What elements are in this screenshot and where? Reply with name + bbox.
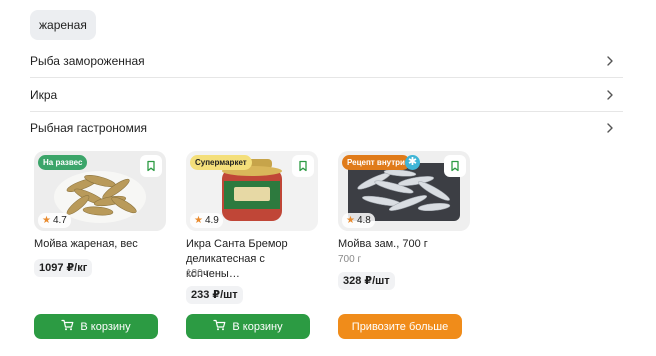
cart-icon bbox=[213, 319, 226, 334]
chevron-right-icon bbox=[605, 55, 615, 66]
product-name[interactable]: Мойва зам., 700 г bbox=[338, 237, 470, 252]
request-more-label: Привозите больше bbox=[351, 320, 449, 333]
bookmark-icon[interactable] bbox=[444, 155, 466, 177]
chevron-right-icon bbox=[605, 89, 615, 100]
rating: ★ 4.8 bbox=[342, 213, 375, 228]
category-label: Рыбная гастрономия bbox=[30, 121, 148, 135]
request-more-button[interactable]: Привозите больше bbox=[338, 314, 462, 339]
badge-supermarket: Супермаркет bbox=[190, 155, 252, 170]
rating-value: 4.8 bbox=[356, 215, 371, 226]
rating: ★ 4.9 bbox=[190, 213, 223, 228]
add-to-cart-button[interactable]: В корзину bbox=[34, 314, 158, 339]
chevron-right-icon bbox=[605, 123, 615, 133]
product-card[interactable]: На развес ★ 4.7 Мойва жареная, вес 1097 … bbox=[34, 151, 166, 344]
cart-icon bbox=[61, 319, 74, 334]
add-to-cart-label: В корзину bbox=[232, 320, 283, 333]
category-label: Икра bbox=[30, 87, 58, 102]
product-card[interactable]: Супермаркет ★ 4.9 Икра Санта Бремор дели… bbox=[186, 151, 318, 344]
bookmark-icon[interactable] bbox=[292, 155, 314, 177]
rating: ★ 4.7 bbox=[38, 213, 71, 228]
category-row-caviar[interactable]: Икра bbox=[30, 78, 623, 112]
bookmark-icon[interactable] bbox=[140, 155, 162, 177]
product-card[interactable]: Рецепт внутри ✱ ★ 4.8 Мойва зам., 700 г … bbox=[338, 151, 470, 344]
product-name[interactable]: Мойва жареная, вес bbox=[34, 237, 166, 252]
product-price: 328 ₽/шт bbox=[338, 272, 395, 290]
category-row-frozen-fish[interactable]: Рыба замороженная bbox=[30, 44, 623, 78]
category-row-fish-deli[interactable]: Рыбная гастрономия bbox=[30, 111, 623, 145]
star-icon: ★ bbox=[346, 215, 355, 226]
add-to-cart-label: В корзину bbox=[80, 320, 131, 333]
snowflake-icon: ✱ bbox=[405, 155, 420, 170]
product-price: 233 ₽/шт bbox=[186, 286, 243, 304]
product-price: 1097 ₽/кг bbox=[34, 259, 93, 277]
rating-value: 4.9 bbox=[204, 215, 219, 226]
product-weight: 180 г bbox=[186, 268, 210, 279]
badge-recipe-inside: Рецепт внутри bbox=[342, 155, 410, 170]
star-icon: ★ bbox=[42, 215, 51, 226]
rating-value: 4.7 bbox=[52, 215, 67, 226]
filter-chip-fried[interactable]: жареная bbox=[30, 10, 96, 40]
badge-by-weight: На развес bbox=[38, 155, 88, 170]
product-weight: 700 г bbox=[338, 254, 362, 265]
add-to-cart-button[interactable]: В корзину bbox=[186, 314, 310, 339]
category-label: Рыба замороженная bbox=[30, 53, 145, 68]
star-icon: ★ bbox=[194, 215, 203, 226]
